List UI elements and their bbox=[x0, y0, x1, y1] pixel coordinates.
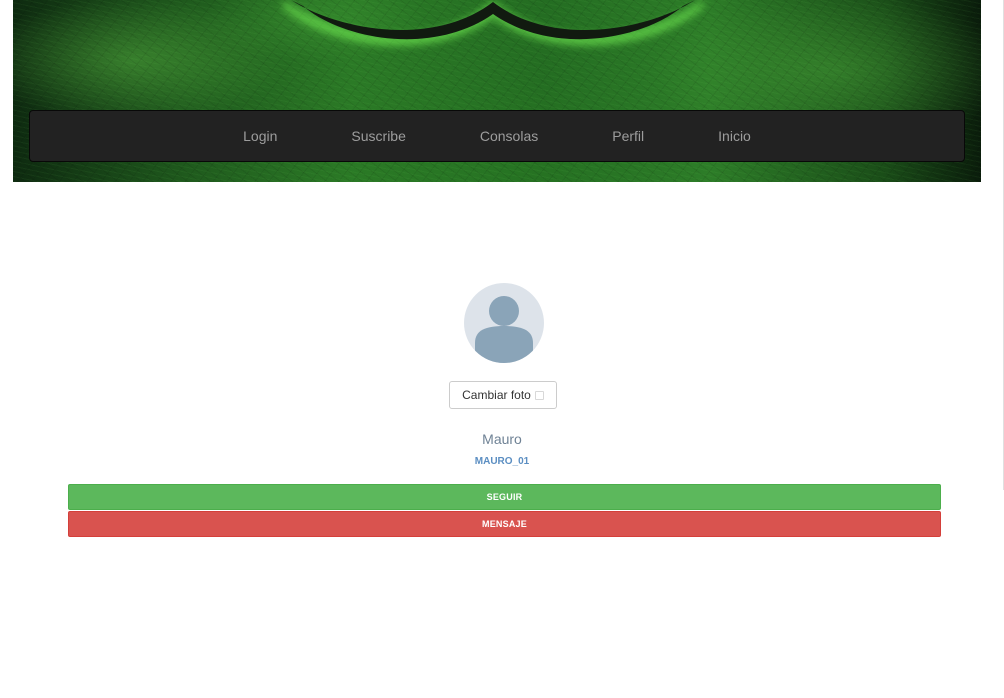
profile-username[interactable]: MAURO_01 bbox=[0, 456, 1004, 467]
nav-login[interactable]: Login bbox=[206, 128, 314, 144]
nav-inicio[interactable]: Inicio bbox=[681, 128, 788, 144]
avatar bbox=[464, 283, 544, 363]
main-navbar: Login Suscribe Consolas Perfil Inicio bbox=[29, 110, 965, 162]
nav-perfil[interactable]: Perfil bbox=[575, 128, 681, 144]
profile-name: Mauro bbox=[482, 431, 522, 447]
nav-consolas[interactable]: Consolas bbox=[443, 128, 575, 144]
follow-button[interactable]: SEGUIR bbox=[68, 484, 941, 510]
user-silhouette-icon bbox=[475, 296, 533, 363]
camera-icon bbox=[534, 390, 544, 400]
change-photo-label: Cambiar foto bbox=[462, 388, 531, 402]
change-photo-button[interactable]: Cambiar foto bbox=[449, 381, 557, 409]
nav-suscribe[interactable]: Suscribe bbox=[314, 128, 442, 144]
header-banner: Login Suscribe Consolas Perfil Inicio bbox=[13, 0, 981, 182]
message-button[interactable]: MENSAJE bbox=[68, 511, 941, 537]
